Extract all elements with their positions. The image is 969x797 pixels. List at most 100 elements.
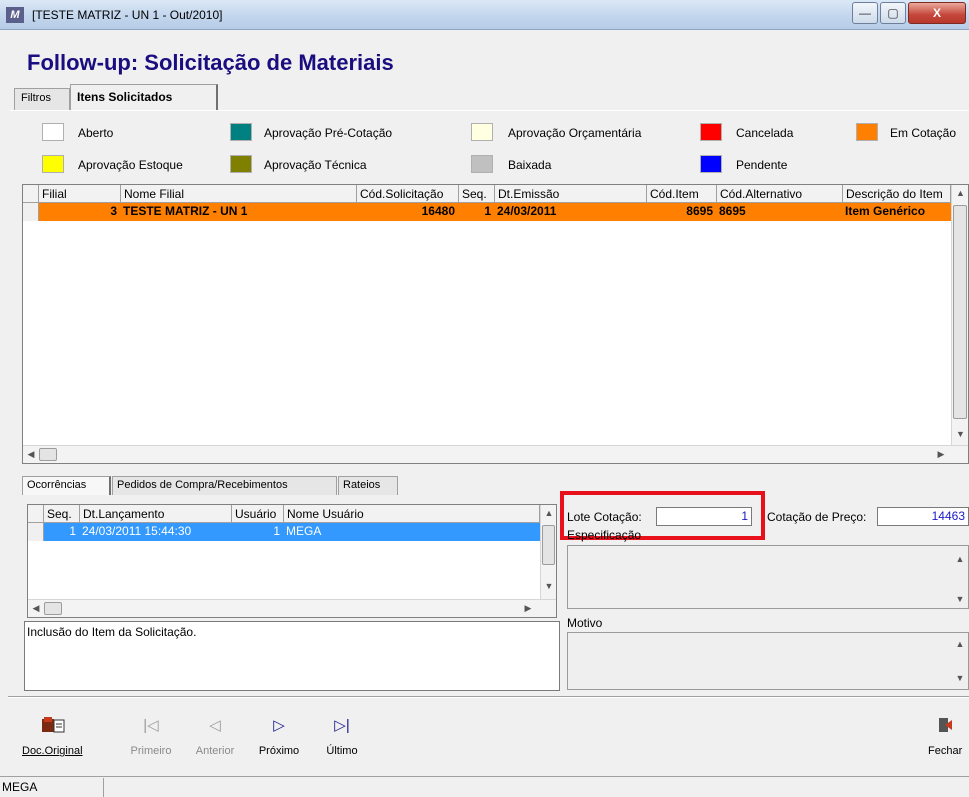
scroll-left-icon[interactable]: ◀ [25,449,37,460]
tab-ocorrencias[interactable]: Ocorrências [22,476,111,495]
motivo-memo[interactable]: ▲ ▼ [567,632,969,690]
column-header-seq[interactable]: Seq. [459,185,495,203]
primeiro-label: Primeiro [130,745,172,757]
scroll-up-icon[interactable]: ▲ [954,554,966,564]
legend-swatch-pendente [700,155,722,173]
cotacao-preco-field[interactable]: 14463 [877,507,969,526]
maximize-button[interactable]: ▢ [880,2,906,24]
scroll-thumb[interactable] [44,602,62,615]
cell-nome-usuario: MEGA [286,524,322,538]
doc-original-button[interactable]: Doc.Original [22,714,83,764]
scroll-down-icon[interactable]: ▼ [954,594,966,604]
especificacao-label: Especificação [567,528,642,542]
row-indicator-header [23,185,39,203]
exit-door-icon [936,716,954,734]
last-record-icon: ▷| [334,717,350,734]
column-header-cod-solicitacao[interactable]: Cód.Solicitação [357,185,459,203]
legend-label-aprovacao-pre-cotacao: Aprovação Pré-Cotação [264,126,393,140]
cell-cod-alternativo: 8695 [719,204,746,218]
page-title: Follow-up: Solicitação de Materiais [27,50,394,75]
scroll-thumb[interactable] [953,205,967,419]
column-header-usuario[interactable]: Usuário [232,505,284,523]
cell-cod-item: 8695 [686,204,713,218]
tab-panel-border [10,110,969,111]
scroll-left-icon[interactable]: ◀ [30,603,42,614]
status-bar: MEGA [0,776,969,797]
column-header-filial[interactable]: Filial [39,185,121,203]
ultimo-button[interactable]: ▷| Último [316,714,368,764]
legend-label-baixada: Baixada [508,158,552,172]
scroll-right-icon[interactable]: ▶ [935,449,947,460]
tab-pedidos-compra[interactable]: Pedidos de Compra/Recebimentos [112,476,337,495]
doc-original-icon [40,716,66,734]
items-horizontal-scrollbar[interactable]: ◀ ▶ [23,445,968,463]
doc-original-label: Doc.Original [22,745,83,757]
occurrences-horizontal-scrollbar[interactable]: ◀ ▶ [28,599,556,617]
toolbar-separator [8,696,969,698]
primeiro-button[interactable]: |◁ Primeiro [125,714,177,764]
anterior-button[interactable]: ◁ Anterior [186,714,244,764]
cell-seq: 1 [484,204,491,218]
row-indicator [23,203,39,221]
next-record-icon: ▷ [273,717,285,734]
occurrences-vertical-scrollbar[interactable]: ▲ ▼ [540,505,556,599]
table-row[interactable]: 1 24/03/2011 15:44:30 1 MEGA [28,523,540,541]
first-record-icon: |◁ [143,717,159,734]
tab-rateios[interactable]: Rateios [338,476,398,495]
cell-dt-lancamento: 24/03/2011 15:44:30 [82,524,192,538]
legend-label-cancelada: Cancelada [736,126,794,140]
legend-swatch-aprovacao-orcamentaria [471,123,493,141]
close-window-button[interactable]: X [908,2,966,24]
scroll-down-icon[interactable]: ▼ [954,673,966,683]
tab-itens-solicitados[interactable]: Itens Solicitados [70,84,218,111]
cell-cod-solicitacao: 16480 [421,204,455,218]
row-indicator [28,523,44,541]
column-header-cod-item[interactable]: Cód.Item [647,185,717,203]
legend-swatch-aprovacao-estoque [42,155,64,173]
tab-filtros[interactable]: Filtros [14,88,70,110]
legend-label-aprovacao-tecnica: Aprovação Técnica [264,158,367,172]
scroll-thumb[interactable] [542,525,555,565]
legend-swatch-aprovacao-pre-cotacao [230,123,252,141]
column-header-dt-lancamento[interactable]: Dt.Lançamento [80,505,232,523]
items-grid[interactable]: Filial Nome Filial Cód.Solicitação Seq. … [22,184,969,464]
cotacao-preco-label: Cotação de Preço: [767,510,867,524]
column-header-nome-filial[interactable]: Nome Filial [121,185,357,203]
legend-swatch-aberto [42,123,64,141]
scroll-thumb[interactable] [39,448,57,461]
scroll-up-icon[interactable]: ▲ [952,188,968,198]
fechar-button[interactable]: Fechar [920,714,969,764]
scroll-down-icon[interactable]: ▼ [541,581,556,591]
proximo-button[interactable]: ▷ Próximo [252,714,306,764]
column-header-dt-emissao[interactable]: Dt.Emissão [495,185,647,203]
table-row[interactable]: 3 TESTE MATRIZ - UN 1 16480 1 24/03/2011… [23,203,951,221]
app-logo-icon[interactable]: M [6,7,24,23]
column-header-descricao[interactable]: Descrição do Item [843,185,951,203]
status-legend: Aberto Aprovação Pré-Cotação Aprovação O… [0,118,969,180]
occurrence-note[interactable]: Inclusão do Item da Solicitação. [24,621,560,691]
window-titlebar: M [TESTE MATRIZ - UN 1 - Out/2010] — ▢ X [0,0,969,30]
proximo-label: Próximo [258,745,300,757]
legend-swatch-em-cotacao [856,123,878,141]
cell-usuario: 1 [273,524,280,538]
cell-nome-filial: TESTE MATRIZ - UN 1 [123,204,248,218]
items-vertical-scrollbar[interactable]: ▲ ▼ [951,185,968,445]
column-header-seq[interactable]: Seq. [44,505,80,523]
scroll-up-icon[interactable]: ▲ [954,639,966,649]
scroll-down-icon[interactable]: ▼ [952,429,968,439]
previous-record-icon: ◁ [209,717,221,734]
minimize-button[interactable]: — [852,2,878,24]
anterior-label: Anterior [195,745,235,757]
especificacao-memo[interactable]: ▲ ▼ [567,545,969,609]
column-header-nome-usuario[interactable]: Nome Usuário [284,505,540,523]
ultimo-label: Último [326,745,358,757]
occurrences-grid[interactable]: Seq. Dt.Lançamento Usuário Nome Usuário … [27,504,557,618]
column-header-cod-alternativo[interactable]: Cód.Alternativo [717,185,843,203]
legend-label-em-cotacao: Em Cotação [890,126,957,140]
fechar-label: Fechar [928,745,963,757]
scroll-up-icon[interactable]: ▲ [541,508,556,518]
scroll-right-icon[interactable]: ▶ [522,603,534,614]
motivo-label: Motivo [567,616,603,630]
cell-seq: 1 [69,524,76,538]
row-indicator-header [28,505,44,523]
